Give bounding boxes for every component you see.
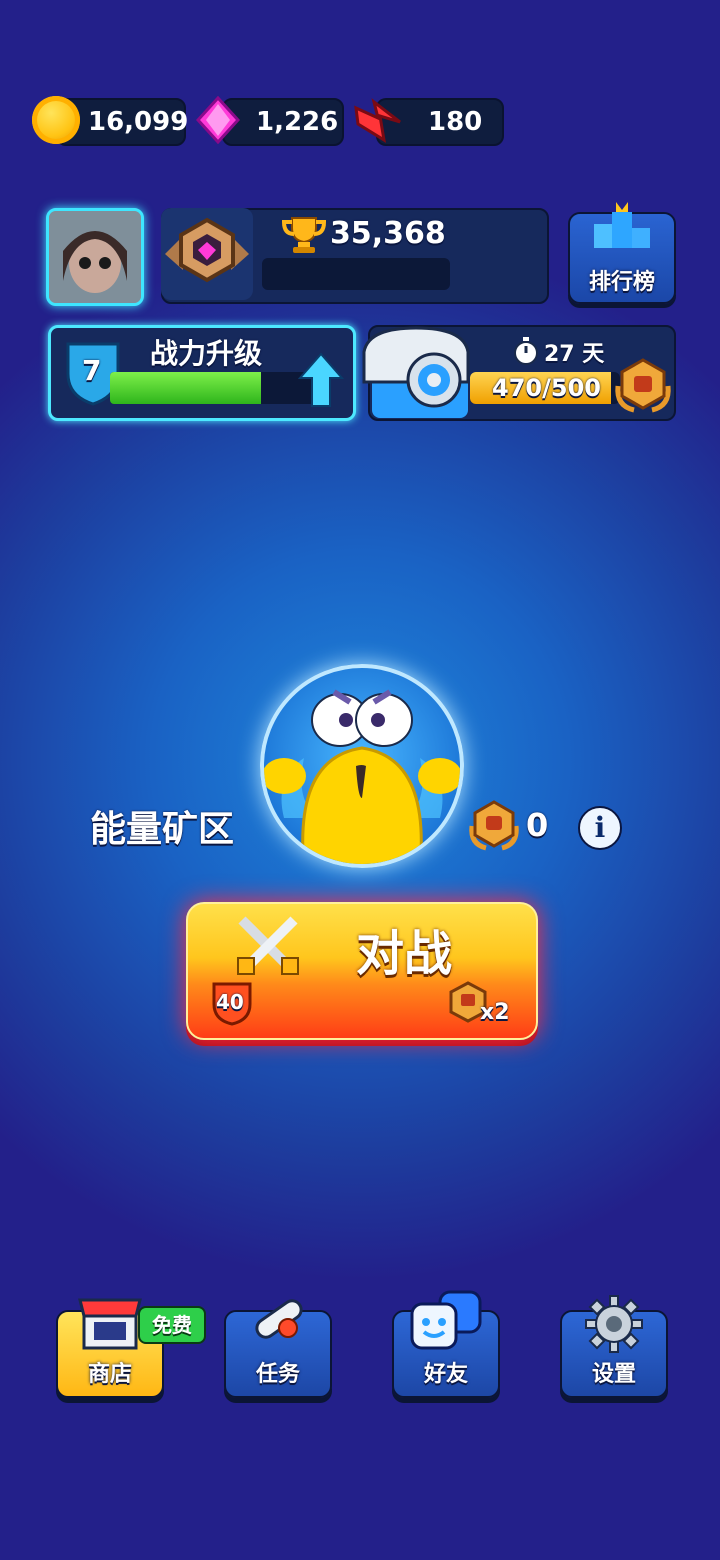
stopwatch-icon xyxy=(514,337,538,365)
shop-free-badge: 免费 xyxy=(138,1306,206,1344)
nav-shop-label: 商店 xyxy=(87,1362,132,1387)
shop-free-label: 免费 xyxy=(152,1313,192,1337)
nav-friends-label: 好友 xyxy=(423,1362,468,1387)
battle-cost: 40 xyxy=(216,990,244,1014)
gems-pill[interactable]: 1,226 xyxy=(222,98,344,146)
arena-medal-count: 0 xyxy=(526,806,549,844)
arena-info-button[interactable]: i xyxy=(578,806,622,850)
shop-stall-icon xyxy=(78,1298,142,1350)
nav-tasks-button[interactable]: 任务 xyxy=(224,1299,332,1398)
power-progress-bar xyxy=(110,372,314,404)
player-avatar[interactable] xyxy=(46,208,144,306)
avatar-portrait-icon xyxy=(49,211,141,303)
crossed-swords-icon xyxy=(237,916,299,975)
battle-button[interactable]: 对战 40 x2 xyxy=(186,902,538,1040)
rank-badge-icon xyxy=(165,217,249,283)
leaderboard-label: 排行榜 xyxy=(588,270,655,295)
leaderboard-button[interactable]: 排行榜 xyxy=(568,202,676,304)
trophy-icon xyxy=(282,217,326,253)
gear-icon xyxy=(585,1295,643,1353)
pass-days-left: 27 天 xyxy=(544,342,605,367)
leaderboard-crown-icon xyxy=(594,202,650,248)
coins-value: 16,099 xyxy=(88,107,189,137)
energy-value: 180 xyxy=(428,107,483,137)
pink-gem-icon xyxy=(196,96,240,144)
arena-medal-icon xyxy=(469,800,519,851)
trophy-count: 35,368 xyxy=(330,216,446,251)
red-bolt-icon xyxy=(354,98,401,144)
nav-tasks-label: 任务 xyxy=(255,1362,300,1387)
yellow-blob-hero-icon xyxy=(264,689,460,864)
upgrade-arrow-icon xyxy=(298,352,344,407)
trophy-progress-bar xyxy=(262,258,450,290)
arena-name: 能量矿区 xyxy=(90,809,235,850)
nav-settings-button[interactable]: 设置 xyxy=(560,1295,668,1398)
pass-progress-text: 470/500 xyxy=(492,374,601,402)
power-level: 7 xyxy=(82,354,102,387)
robot-pass-icon xyxy=(362,326,470,418)
power-upgrade-label: 战力升级 xyxy=(150,337,263,370)
info-icon: i xyxy=(594,811,606,844)
battle-label: 对战 xyxy=(356,926,453,982)
friends-faces-icon xyxy=(410,1290,482,1350)
gold-coin-icon xyxy=(32,96,80,144)
rank-emblem xyxy=(161,208,253,300)
gems-value: 1,226 xyxy=(256,107,339,137)
hero-portrait[interactable] xyxy=(260,664,464,868)
fist-medal-icon xyxy=(615,358,671,413)
scroll-task-icon xyxy=(255,1299,303,1339)
power-progress-fill xyxy=(110,372,261,404)
nav-friends-button[interactable]: 好友 xyxy=(392,1290,500,1398)
nav-settings-label: 设置 xyxy=(591,1362,636,1387)
battle-multiplier: x2 xyxy=(480,1000,510,1025)
